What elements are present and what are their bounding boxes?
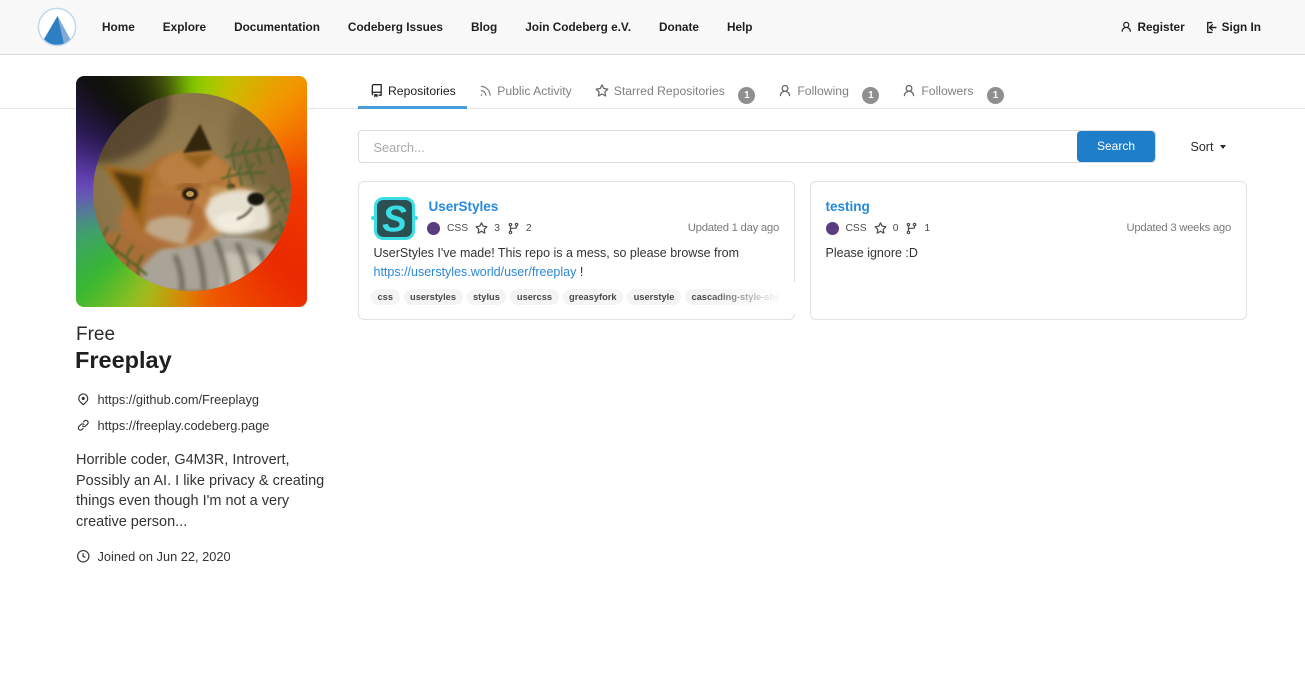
svg-text:S: S bbox=[382, 199, 407, 240]
